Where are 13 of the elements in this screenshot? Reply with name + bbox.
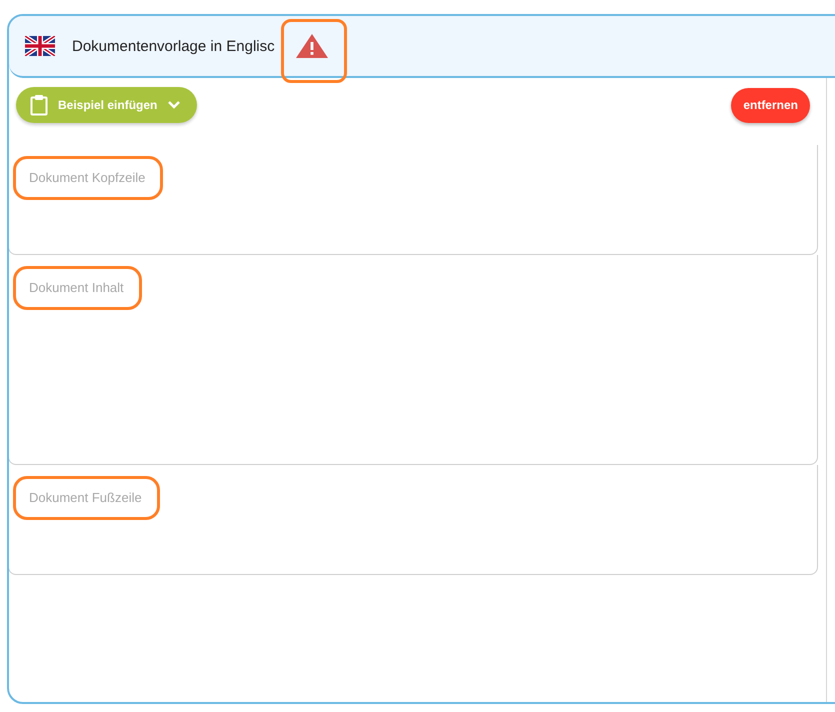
warning-icon xyxy=(294,33,329,59)
editor-field[interactable]: Dokument Kopfzeile xyxy=(9,145,818,255)
editor-placeholder: Dokument Kopfzeile xyxy=(29,170,146,185)
insert-example-button[interactable]: Beispiel einfügen xyxy=(16,87,198,123)
panel-title: Dokumentenvorlage in Englisc xyxy=(72,38,275,54)
editor-placeholder: Dokument Fußzeile xyxy=(29,490,142,505)
chevron-down-icon xyxy=(167,100,182,110)
editor-placeholder: Dokument Inhalt xyxy=(29,280,124,295)
editor-field[interactable]: Dokument Fußzeile xyxy=(9,465,818,575)
clipboard-icon xyxy=(30,94,48,116)
editor-field[interactable]: Dokument Inhalt xyxy=(9,255,818,465)
flag-icon xyxy=(25,36,55,56)
remove-button[interactable]: entfernen xyxy=(731,88,810,122)
